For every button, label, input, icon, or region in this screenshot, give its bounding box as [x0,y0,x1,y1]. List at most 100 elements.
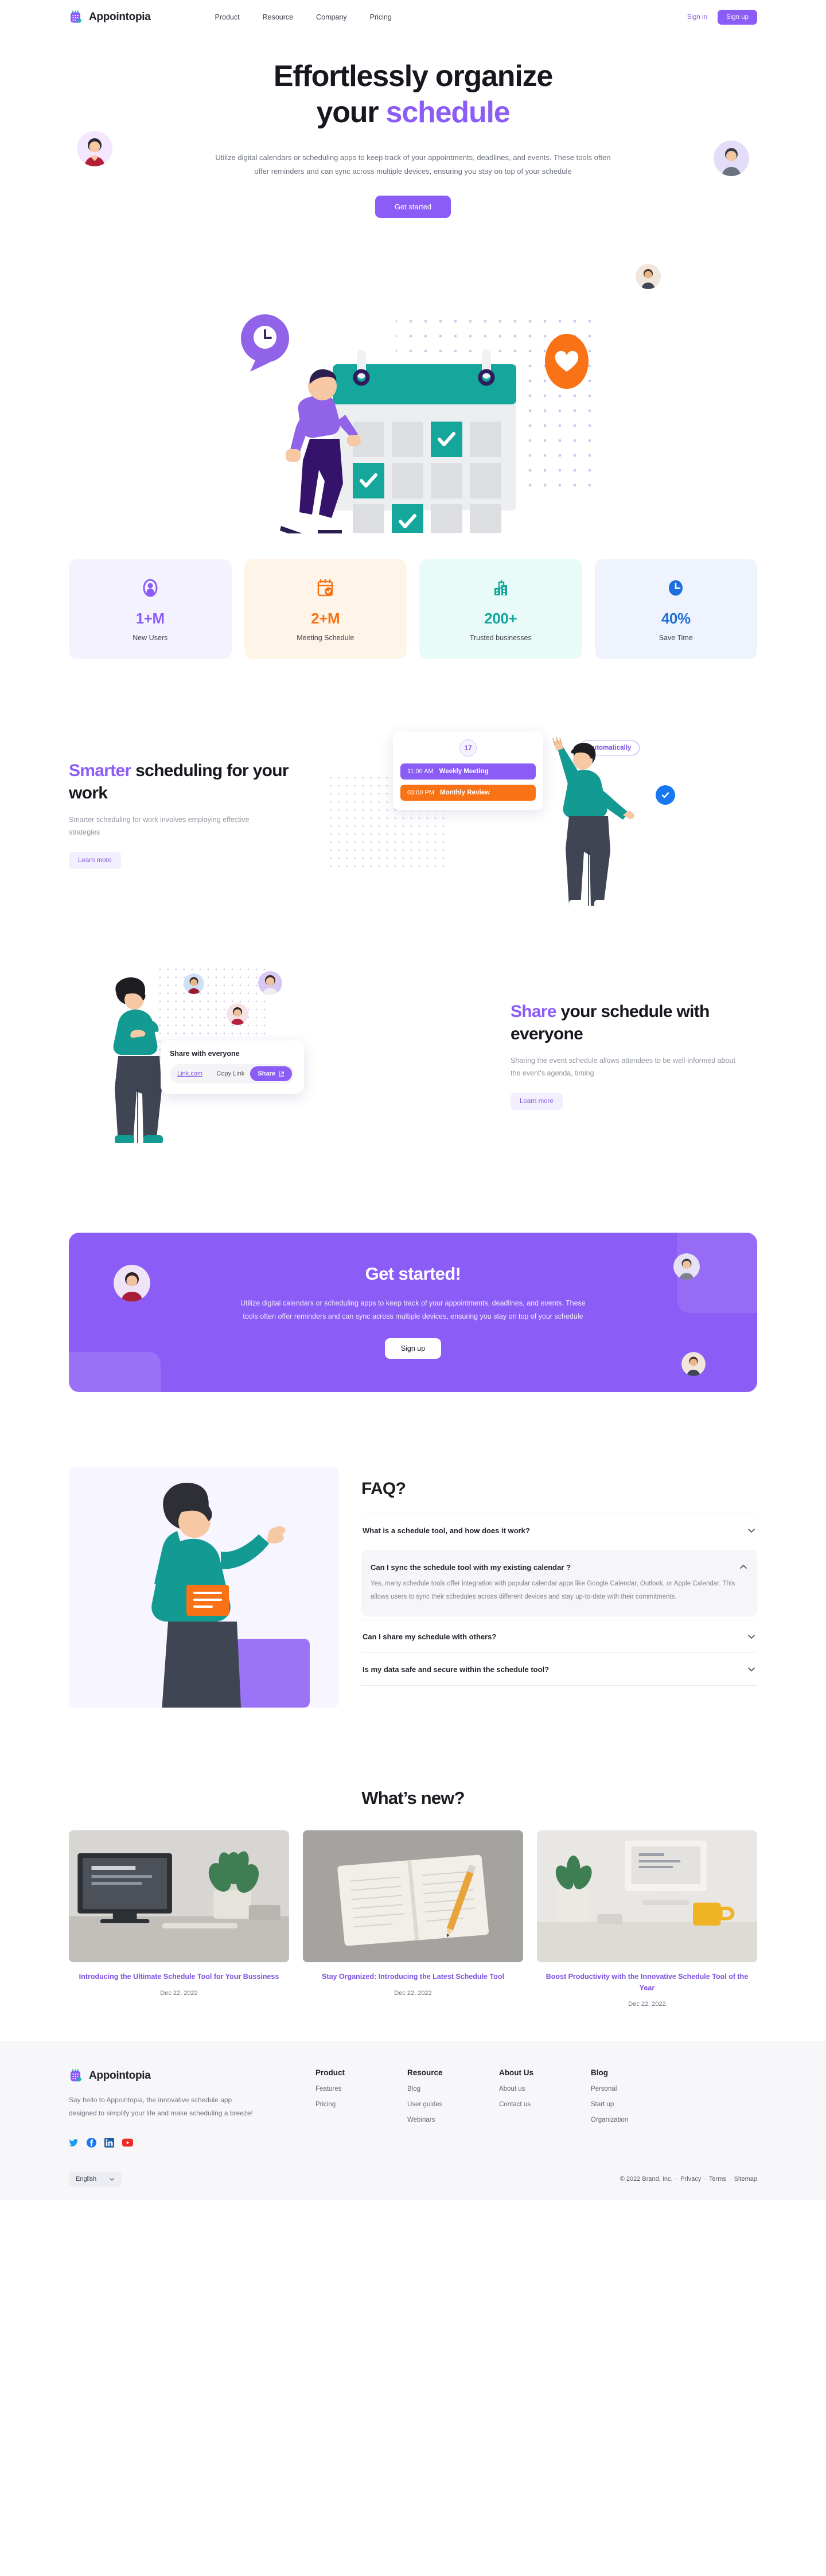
footer-link[interactable]: Organization [591,2117,644,2123]
footer-link[interactable]: Webinars [407,2117,460,2123]
chevron-up-icon[interactable] [739,1562,748,1572]
blog-card-body: Stay Organized: Introducing the Latest S… [303,1962,523,1996]
blog-title[interactable]: Introducing the Ultimate Schedule Tool f… [71,1971,287,1982]
faq-list-bottom-divider [361,1685,757,1686]
faq-question: Can I share my schedule with others? [363,1632,497,1641]
footer-link[interactable]: Personal [591,2086,644,2092]
faq-item-expanded[interactable]: Can I sync the schedule tool with my exi… [361,1550,757,1617]
footer-link[interactable]: User guides [407,2101,460,2108]
faq-item[interactable]: Is my data safe and secure within the sc… [361,1653,757,1685]
youtube-icon[interactable] [122,2138,133,2148]
stat-card-new-users: 1+M New Users [69,559,232,659]
desk-monitor-plant-photo [69,1830,289,1963]
twitter-icon[interactable] [69,2138,79,2148]
copyright-text: © 2022 Brand, Inc. [620,2175,673,2183]
cta-body: Utilize digital calendars or scheduling … [240,1299,586,1321]
language-selector-value: English [76,2175,97,2183]
footer-link[interactable]: Features [315,2086,368,2092]
footer-legal-link-privacy[interactable]: Privacy [680,2176,701,2183]
nav-link-pricing[interactable]: Pricing [370,13,392,21]
copy-link-button[interactable]: Copy Link [217,1070,245,1077]
footer-legal-link-sitemap[interactable]: Sitemap [734,2176,757,2183]
facebook-icon[interactable] [87,2137,96,2148]
smarter-body: Smarter scheduling for work involves emp… [69,815,250,837]
faq-question-row[interactable]: Is my data safe and secure within the sc… [361,1653,757,1685]
sign-up-button[interactable]: Sign up [717,10,757,25]
open-notebook-pencil-photo [303,1830,523,1963]
faq-question-row[interactable]: Can I share my schedule with others? [361,1620,757,1653]
linkedin-icon[interactable] [104,2137,114,2148]
footer-link[interactable]: Pricing [315,2101,368,2108]
smarter-learn-more-button[interactable]: Learn more [69,851,121,869]
calendar-logo-icon [69,10,84,25]
white-desk-mug-photo [537,1830,757,1963]
chevron-down-icon[interactable] [109,2176,115,2182]
blog-date: Dec 22, 2022 [394,1989,432,1997]
share-button[interactable]: Share [250,1066,292,1081]
avatar [714,141,749,176]
page-root: Appointopia Product Resource Company Pri… [0,0,826,2200]
nav-actions: Sign in Sign up [687,10,757,25]
avatar [114,1265,150,1301]
blog-card[interactable]: Stay Organized: Introducing the Latest S… [303,1830,523,2008]
smarter-scheduling-section: Smarter scheduling for your work Smarter… [0,728,826,908]
faq-item[interactable]: Can I share my schedule with others? [361,1620,757,1653]
stat-card-trusted-businesses: 200+ Trusted businesses [419,559,582,659]
footer-legal-link-terms[interactable]: Terms [709,2176,726,2183]
language-selector[interactable]: English [69,2171,122,2187]
footer-about: Appointopia Say hello to Appointopia, th… [69,2068,258,2148]
blog-card-body: Boost Productivity with the Innovative S… [537,1962,757,2008]
avatar [636,264,661,289]
nav-links: Product Resource Company Pricing [215,13,392,21]
nav-link-product[interactable]: Product [215,13,240,21]
footer-column-blog: Blog Personal Start up Organization [591,2068,644,2148]
share-card-row: Link.com Copy Link Share [170,1064,295,1084]
footer-link[interactable]: About us [499,2086,552,2092]
separator: · [704,2175,707,2183]
stat-value: 2+M [311,610,340,627]
brand-logo[interactable]: Appointopia [69,10,151,25]
footer-link[interactable]: Blog [407,2086,460,2092]
blog-title[interactable]: Stay Organized: Introducing the Latest S… [305,1971,521,1982]
chevron-down-icon[interactable] [747,1632,756,1641]
faq-content: FAQ? What is a schedule tool, and how do… [361,1467,757,1686]
schedule-event-row[interactable]: 03:00 PM Monthly Review [400,785,536,801]
blog-card[interactable]: Introducing the Ultimate Schedule Tool f… [69,1830,289,2008]
faq-list: What is a schedule tool, and how does it… [361,1514,757,1686]
blog-title[interactable]: Boost Productivity with the Innovative S… [539,1971,755,1994]
faq-question-row[interactable]: Can I sync the schedule tool with my exi… [369,1552,749,1577]
cta-sign-up-button[interactable]: Sign up [384,1338,442,1359]
faq-question-row[interactable]: What is a schedule tool, and how does it… [361,1514,757,1546]
sign-in-link[interactable]: Sign in [687,14,707,21]
hero-subtitle: Utilize digital calendars or scheduling … [215,153,611,176]
stat-label: New Users [133,634,168,642]
top-navigation-bar: Appointopia Product Resource Company Pri… [0,0,826,34]
footer-link-columns: Product Features Pricing Resource Blog U… [315,2068,644,2148]
blog-card[interactable]: Boost Productivity with the Innovative S… [537,1830,757,2008]
faq-item[interactable]: What is a schedule tool, and how does it… [361,1514,757,1546]
footer-link[interactable]: Start up [591,2101,644,2108]
footer-brand-logo[interactable]: Appointopia [69,2068,258,2083]
site-footer: Appointopia Say hello to Appointopia, th… [0,2041,826,2200]
footer-column-about-us: About Us About us Contact us [499,2068,552,2148]
avatar [258,971,282,995]
user-avatar-icon [75,575,226,601]
stat-value: 200+ [484,610,517,627]
faq-heading: FAQ? [361,1479,406,1499]
person-illustration [552,736,634,908]
nav-link-resource[interactable]: Resource [263,13,294,21]
schedule-event-row[interactable]: 11:00 AM Weekly Meeting [400,763,536,780]
hero-get-started-button[interactable]: Get started [375,195,451,218]
event-time: 11:00 AM [407,768,434,775]
share-learn-more-button[interactable]: Learn more [511,1092,563,1110]
nav-link-company[interactable]: Company [316,13,347,21]
chevron-down-icon[interactable] [747,1526,756,1535]
footer-link[interactable]: Contact us [499,2101,552,2108]
avatar [77,131,112,166]
share-heading-accent: Share [511,1001,557,1021]
share-link[interactable]: Link.com [177,1070,202,1077]
chevron-down-icon[interactable] [747,1665,756,1674]
faq-illustration [69,1467,338,1708]
event-title: Weekly Meeting [439,768,489,775]
footer-description: Say hello to Appointopia, the innovative… [69,2096,253,2118]
